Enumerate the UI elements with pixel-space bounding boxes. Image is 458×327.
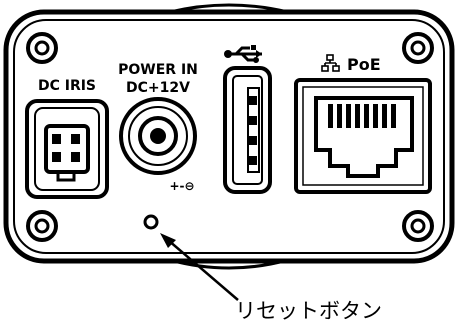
reset-button (143, 214, 159, 230)
power-voltage-label: DC+12V (126, 80, 190, 96)
camera-rear-panel-diagram: DC IRIS POWER IN DC+12V +-⊖ PoE リセットボタン (3, 3, 455, 323)
power-in-label: POWER IN (118, 62, 198, 78)
dc-iris-label: DC IRIS (38, 78, 96, 94)
polarity-symbol: +-⊖ (169, 179, 194, 193)
reset-button-label: リセットボタン (235, 299, 382, 323)
poe-label: PoE (347, 55, 381, 74)
